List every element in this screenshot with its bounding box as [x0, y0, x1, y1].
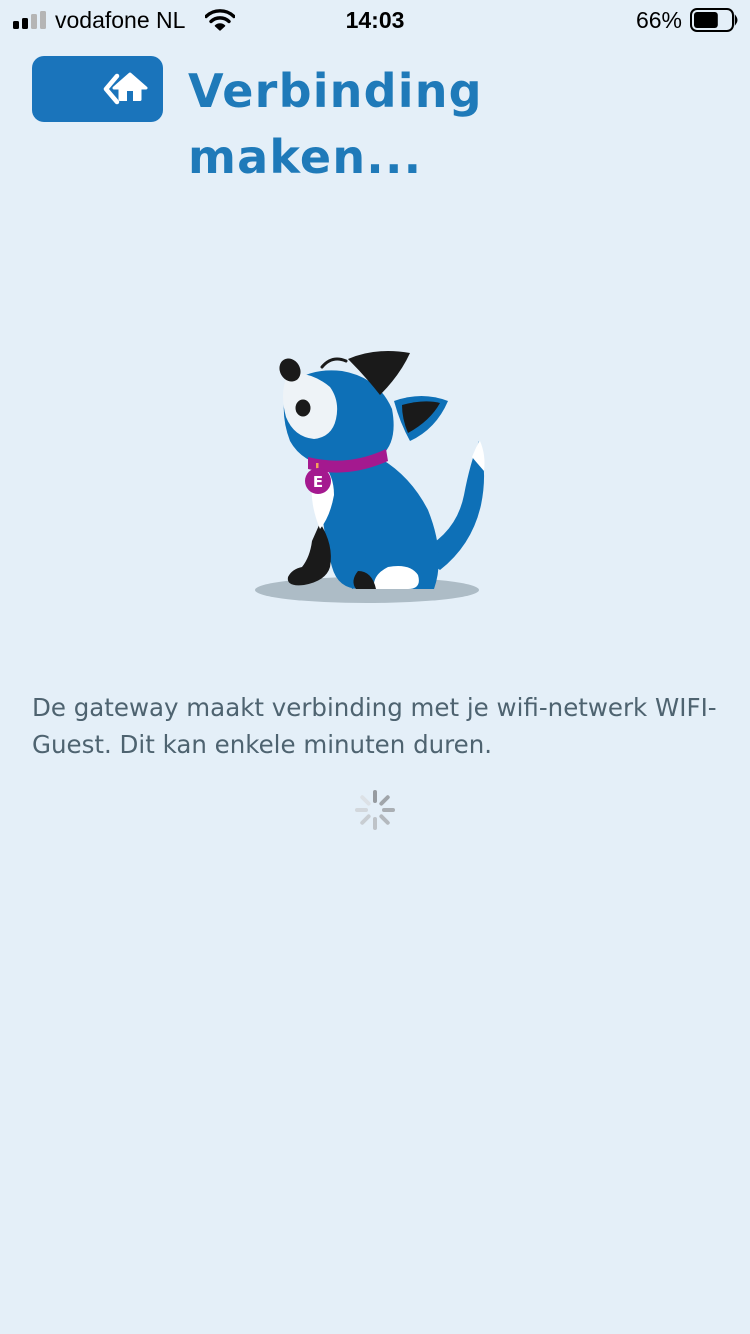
battery-percentage: 66%: [635, 7, 682, 33]
status-bar: vodafone NL 14:03 66%: [0, 0, 750, 40]
page-title: Verbinding maken...: [188, 64, 483, 184]
spinner-spoke: [379, 795, 390, 806]
collar-tag-letter: E: [313, 473, 323, 491]
home-icon: [112, 72, 148, 101]
back-home-button[interactable]: [32, 56, 163, 122]
spinner-spoke: [360, 795, 371, 806]
spinner-spoke: [360, 814, 371, 825]
dog-mascot-illustration: E: [255, 351, 485, 603]
connection-message: De gateway maakt verbinding met je wifi-…: [32, 693, 717, 759]
spinner-spoke: [379, 814, 390, 825]
battery-icon: [690, 8, 738, 32]
loading-spinner-icon: [355, 790, 395, 830]
